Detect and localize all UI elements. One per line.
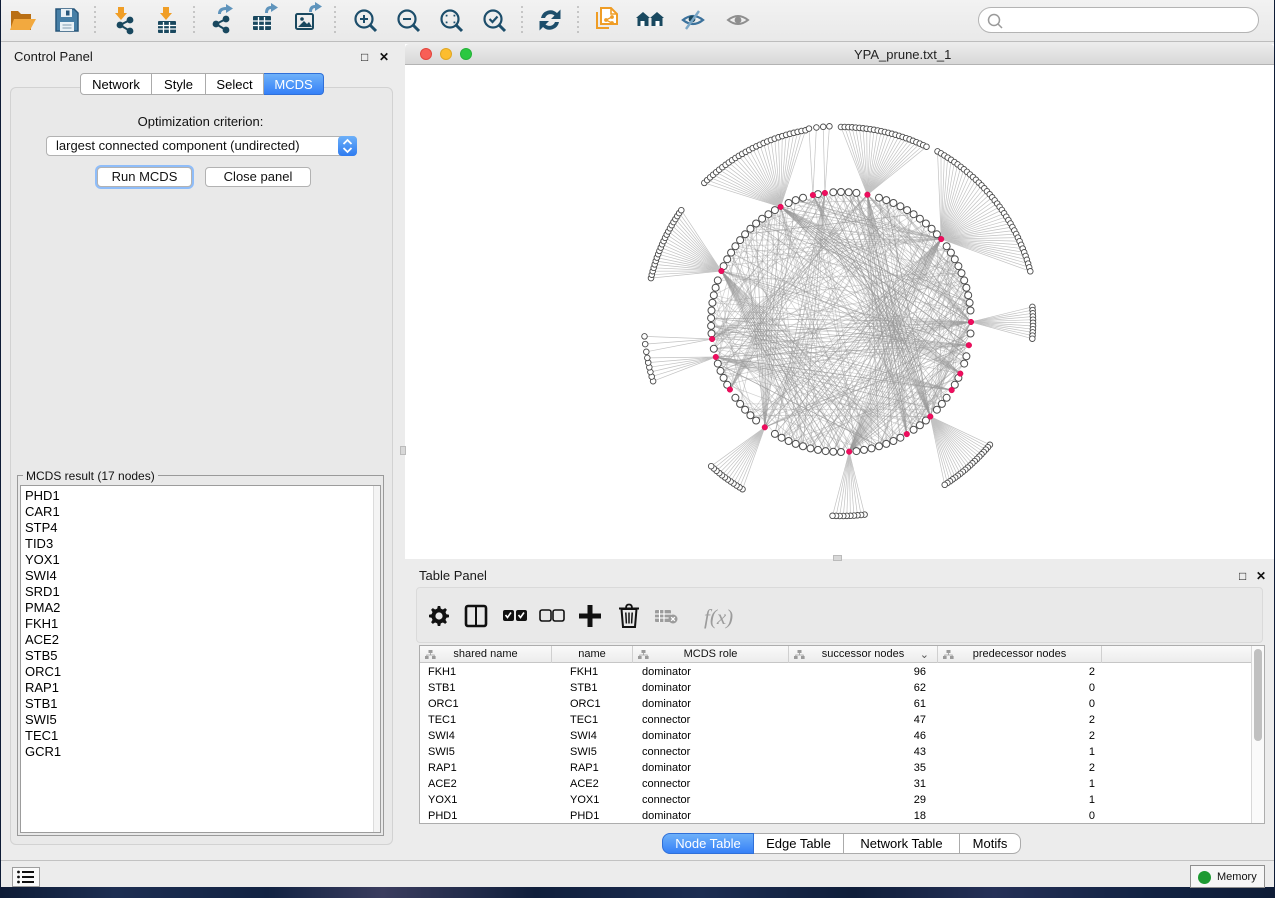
svg-text:f(x): f(x) <box>704 605 733 629</box>
